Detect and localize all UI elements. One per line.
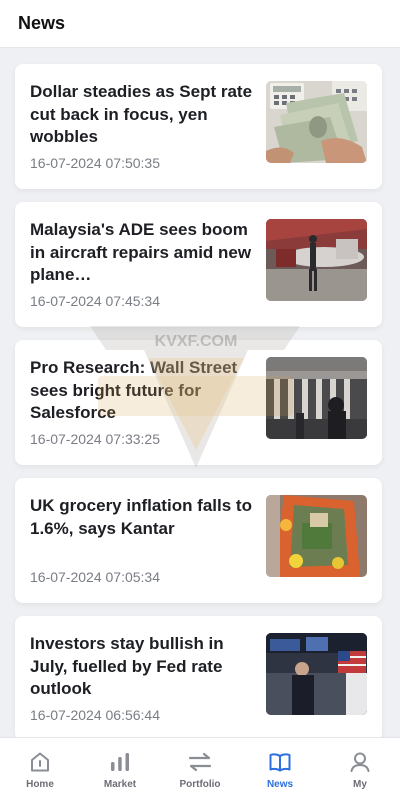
- tab-market[interactable]: Market: [80, 738, 160, 797]
- book-icon: [269, 753, 291, 772]
- news-card[interactable]: Pro Research: Wall Street sees bright fu…: [15, 340, 382, 465]
- home-icon: [31, 752, 49, 772]
- news-timestamp: 16-07-2024 07:50:35: [30, 155, 160, 171]
- news-card[interactable]: Malaysia's ADE sees boom in aircraft rep…: [15, 202, 382, 327]
- news-timestamp: 16-07-2024 06:56:44: [30, 707, 160, 723]
- news-headline: Pro Research: Wall Street sees bright fu…: [30, 358, 238, 422]
- tab-label: News: [266, 779, 294, 790]
- aircraft-hangar-photo: [266, 219, 367, 301]
- news-timestamp: 16-07-2024 07:45:34: [30, 293, 160, 309]
- tab-news[interactable]: News: [240, 738, 320, 797]
- tab-label: Portfolio: [179, 779, 221, 790]
- currency-calculator-photo: [266, 81, 367, 163]
- nyse-building-photo: [266, 357, 367, 439]
- news-feed[interactable]: Dollar steadies as Sept rate cut back in…: [0, 48, 400, 737]
- tab-my[interactable]: My: [320, 738, 400, 797]
- news-headline: Malaysia's ADE sees boom in aircraft rep…: [30, 220, 252, 284]
- tab-label: My: [353, 779, 367, 790]
- news-headline: Dollar steadies as Sept rate cut back in…: [30, 82, 253, 146]
- news-card[interactable]: UK grocery inflation falls to 1.6%, says…: [15, 478, 382, 603]
- news-timestamp: 16-07-2024 07:05:34: [30, 569, 160, 585]
- news-headline: Investors stay bullish in July, fuelled …: [30, 634, 224, 698]
- tab-portfolio[interactable]: Portfolio: [160, 738, 240, 797]
- tab-home[interactable]: Home: [0, 738, 80, 797]
- trading-floor-photo: [266, 633, 367, 715]
- news-card[interactable]: Investors stay bullish in July, fuelled …: [15, 616, 382, 737]
- tab-label: Home: [26, 779, 54, 790]
- news-timestamp: 16-07-2024 07:33:25: [30, 431, 160, 447]
- bar-chart-icon: [111, 753, 129, 771]
- bottom-tab-bar: Home Market Portfolio News My: [0, 737, 400, 797]
- news-headline: UK grocery inflation falls to 1.6%, says…: [30, 496, 252, 538]
- grocery-bag-photo: [266, 495, 367, 577]
- page-title: News: [18, 13, 66, 33]
- user-icon: [350, 752, 370, 772]
- exchange-icon: [188, 752, 212, 772]
- news-card[interactable]: Dollar steadies as Sept rate cut back in…: [15, 64, 382, 189]
- tab-label: Market: [103, 779, 137, 790]
- app-header: News: [0, 0, 400, 48]
